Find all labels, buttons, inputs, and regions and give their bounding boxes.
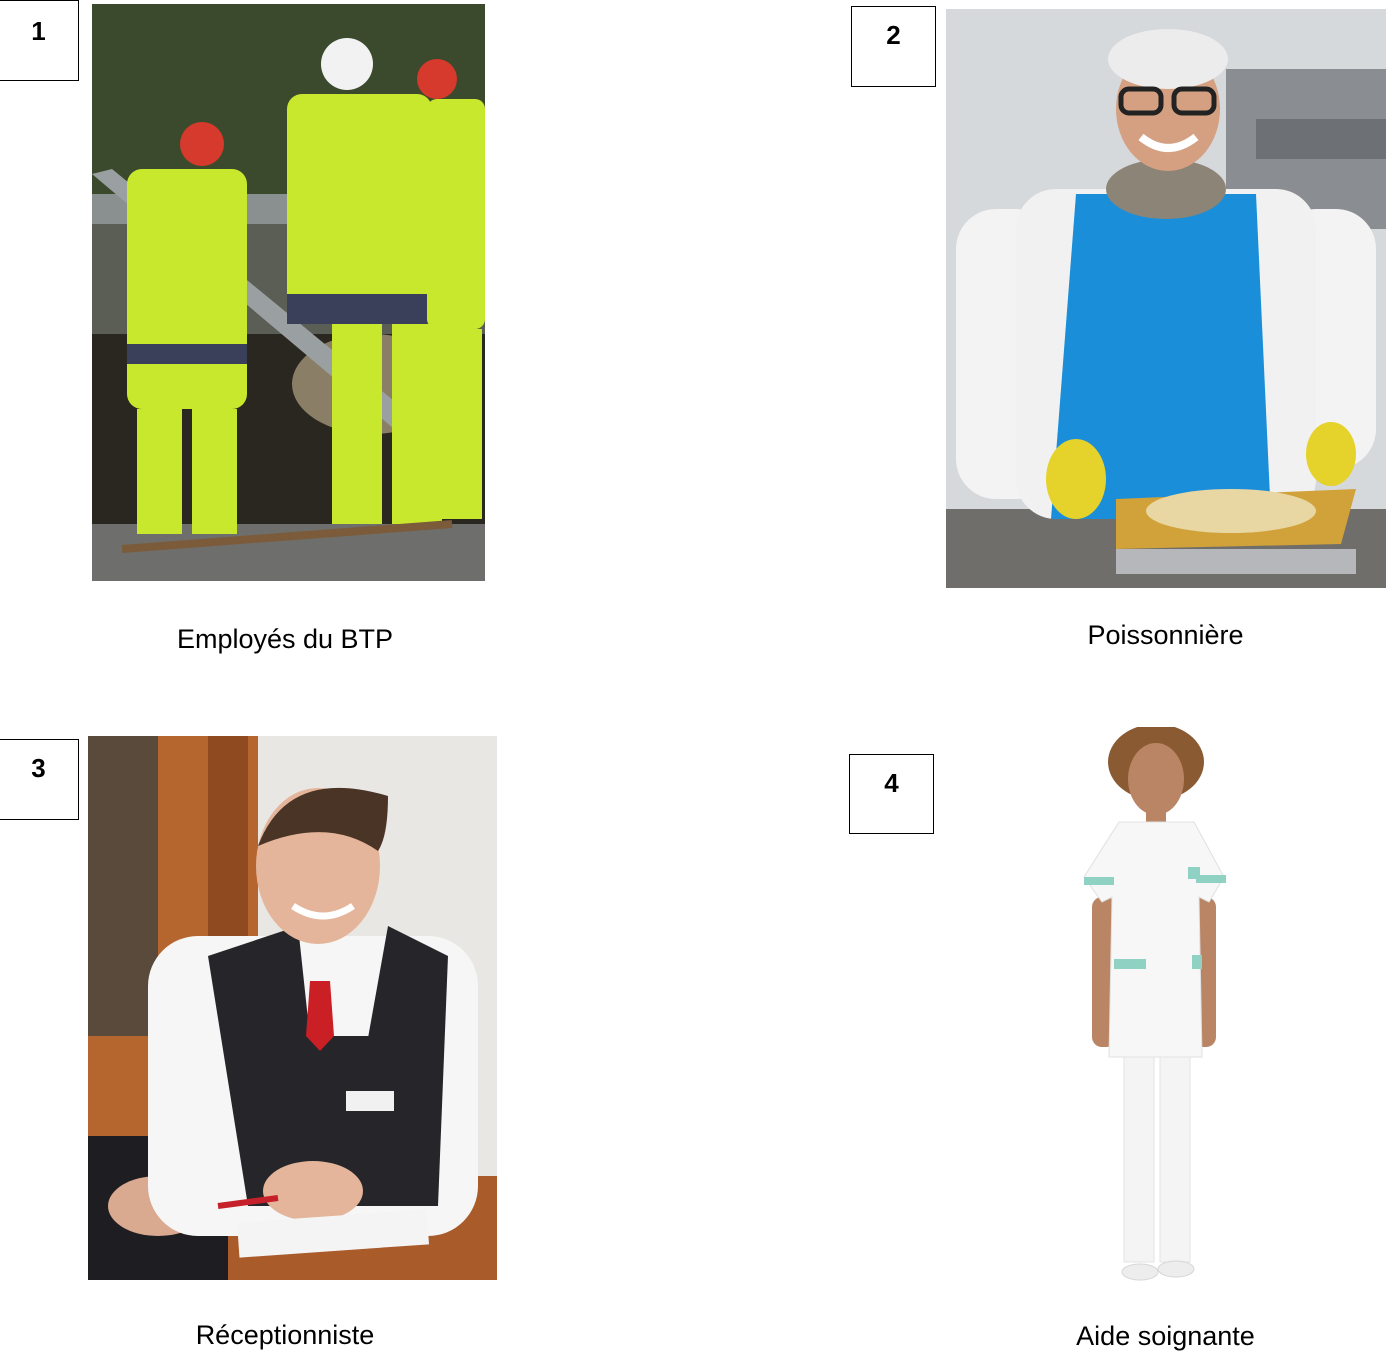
card-caption-2: Poissonnière <box>1087 620 1244 650</box>
photo-fishmonger <box>946 9 1386 588</box>
card-number-2: 2 <box>851 6 936 87</box>
photo-nursing-assistant <box>1064 727 1242 1287</box>
number-label: 2 <box>886 20 901 50</box>
card-number-1: 1 <box>0 0 79 81</box>
number-label: 4 <box>884 768 899 798</box>
card-caption-4: Aide soignante <box>1076 1321 1255 1351</box>
number-label: 3 <box>31 753 46 783</box>
number-label: 1 <box>31 16 46 46</box>
card-caption-1: Employés du BTP <box>176 624 394 654</box>
photo-construction-workers <box>92 4 485 581</box>
card-number-3: 3 <box>0 739 79 820</box>
card-number-4: 4 <box>849 754 934 834</box>
card-caption-3: Réceptionniste <box>195 1320 375 1350</box>
photo-receptionist <box>88 736 497 1280</box>
